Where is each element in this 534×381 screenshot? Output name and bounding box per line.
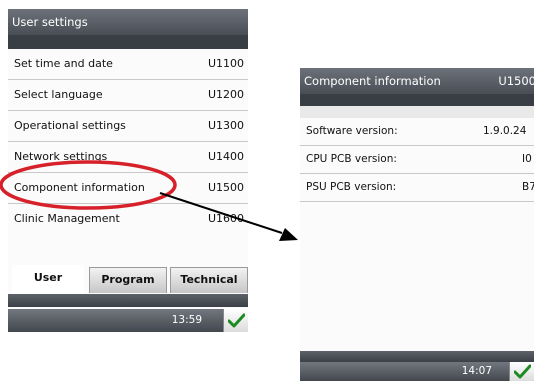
tab-label: Program bbox=[101, 273, 155, 286]
menu-item-code: U1400 bbox=[207, 150, 244, 163]
row-label: PSU PCB version: bbox=[306, 181, 397, 193]
user-settings-screen: User settings Set time and date U1100 Se… bbox=[8, 9, 248, 332]
menu-item-label: Component information bbox=[14, 181, 145, 194]
menu-item-network-settings[interactable]: Network settings U1400 bbox=[8, 142, 248, 173]
cpu-pcb-version-row: CPU PCB version: I0 bbox=[300, 146, 534, 174]
screen-title-bar: User settings bbox=[8, 9, 248, 35]
menu-item-label: Operational settings bbox=[14, 119, 126, 132]
bottom-stripe bbox=[300, 351, 534, 362]
psu-pcb-version-row: PSU PCB version: B7 bbox=[300, 174, 534, 202]
screen-title: User settings bbox=[12, 15, 88, 29]
menu-item-code: U1100 bbox=[207, 57, 244, 70]
menu-item-code: U1500 bbox=[207, 181, 244, 194]
tab-technical[interactable]: Technical bbox=[170, 267, 248, 293]
clock-time: 14:07 bbox=[461, 365, 492, 377]
tab-label: Technical bbox=[180, 273, 238, 286]
row-value: B7 bbox=[522, 181, 534, 193]
menu-item-code: U1600 bbox=[207, 212, 244, 225]
row-value: 1.9.0.24 bbox=[483, 125, 527, 137]
menu-item-code: U1200 bbox=[207, 88, 244, 101]
arrow-head bbox=[279, 228, 298, 241]
menu-item-label: Clinic Management bbox=[14, 212, 120, 225]
confirm-button[interactable] bbox=[509, 362, 534, 381]
screen-code: U1500 bbox=[498, 74, 534, 88]
check-icon bbox=[514, 364, 531, 379]
tab-strip: User Program Technical bbox=[8, 259, 248, 293]
title-sub-bar bbox=[300, 94, 534, 106]
menu-item-label: Select language bbox=[14, 88, 103, 101]
title-sub-bar bbox=[8, 35, 248, 49]
confirm-button[interactable] bbox=[223, 309, 248, 332]
check-icon bbox=[228, 313, 245, 328]
menu-item-component-information[interactable]: Component information U1500 bbox=[8, 173, 248, 204]
menu-item-select-language[interactable]: Select language U1200 bbox=[8, 80, 248, 111]
menu-item-operational-settings[interactable]: Operational settings U1300 bbox=[8, 111, 248, 142]
bottom-stripe bbox=[8, 294, 248, 307]
clock-time: 13:59 bbox=[171, 314, 202, 326]
screen-title: Component information bbox=[304, 74, 441, 88]
software-version-row: Software version: 1.9.0.24 bbox=[300, 118, 534, 146]
status-bar: 14:07 bbox=[300, 362, 534, 381]
row-label: CPU PCB version: bbox=[306, 153, 397, 165]
menu-item-set-time-and-date[interactable]: Set time and date U1100 bbox=[8, 49, 248, 80]
tab-user[interactable]: User bbox=[12, 265, 84, 293]
menu-item-label: Set time and date bbox=[14, 57, 113, 70]
tab-label: User bbox=[33, 271, 63, 284]
menu-item-label: Network settings bbox=[14, 150, 108, 163]
status-bar: 13:59 bbox=[8, 309, 248, 332]
row-label: Software version: bbox=[306, 125, 398, 137]
row-value: I0 bbox=[522, 153, 532, 165]
screen-title-bar: Component information U1500 bbox=[300, 68, 534, 94]
menu-item-clinic-management[interactable]: Clinic Management U1600 bbox=[8, 204, 248, 235]
component-information-screen: Component information U1500 Software ver… bbox=[300, 68, 534, 381]
menu-item-code: U1300 bbox=[207, 119, 244, 132]
info-spacer bbox=[300, 106, 534, 118]
tab-program[interactable]: Program bbox=[89, 267, 167, 293]
